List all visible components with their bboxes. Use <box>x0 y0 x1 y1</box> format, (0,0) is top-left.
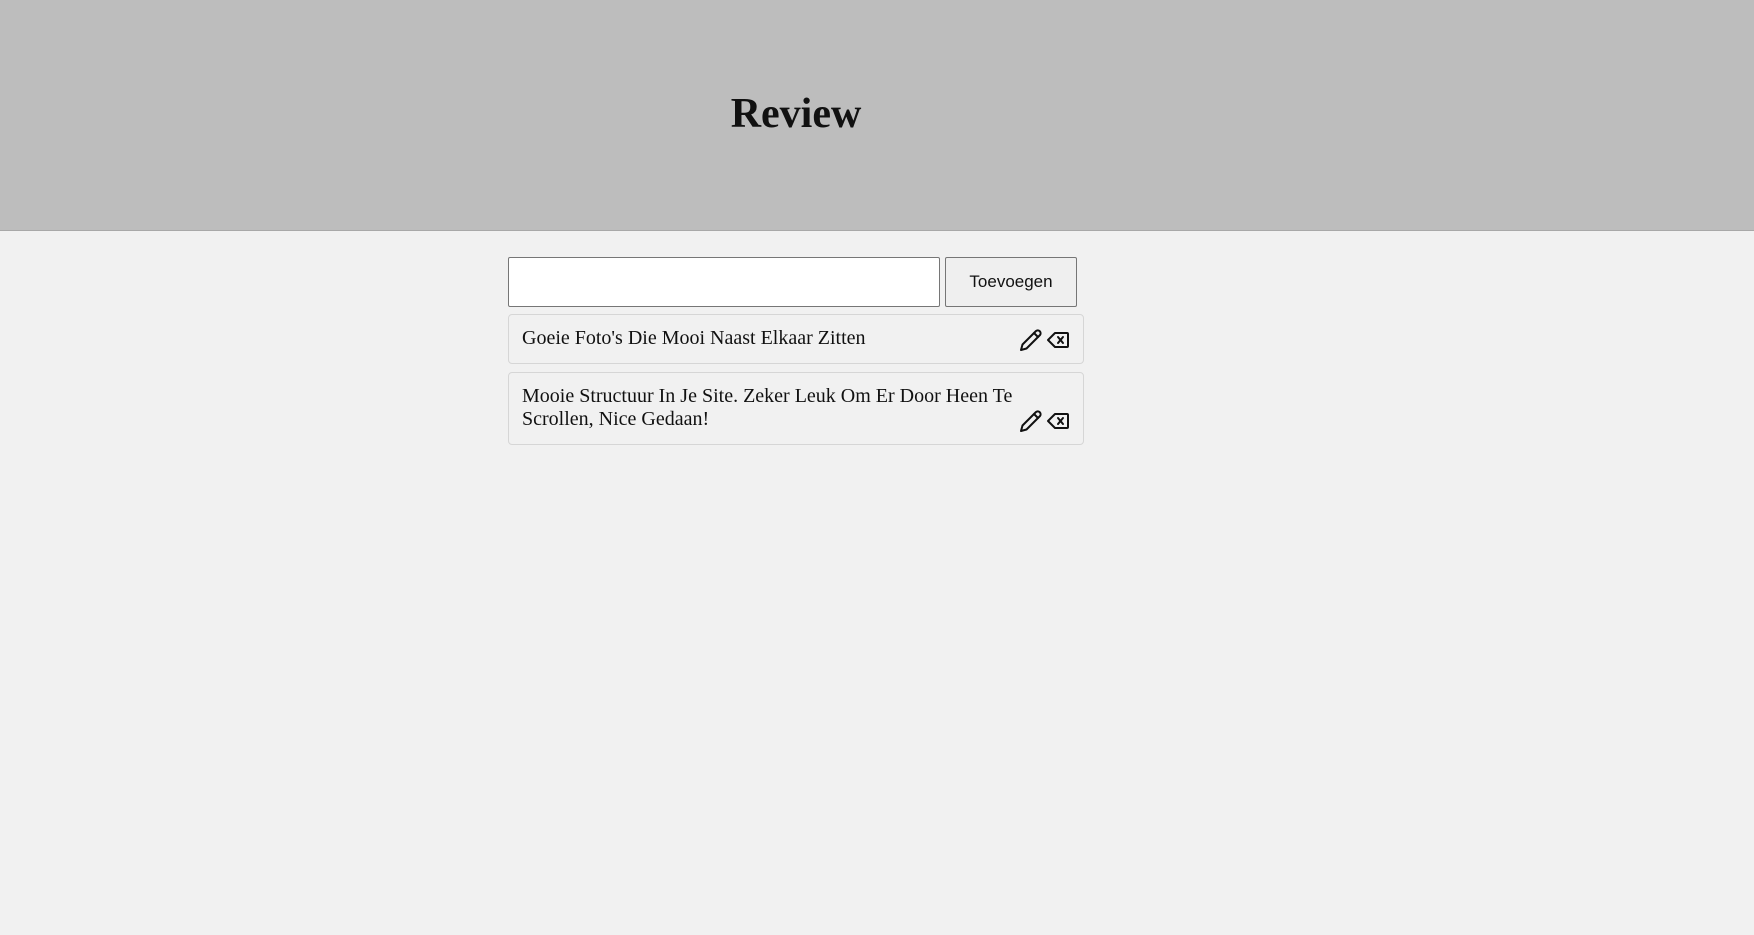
review-input[interactable] <box>508 257 940 307</box>
header-banner: Review <box>0 0 1754 231</box>
review-list: Goeie Foto's Die Mooi Naast Elkaar Zitte… <box>508 314 1084 445</box>
pencil-icon[interactable] <box>1019 328 1043 352</box>
add-review-form: Toevoegen <box>508 257 1084 307</box>
backspace-icon[interactable] <box>1046 328 1070 352</box>
review-item: Goeie Foto's Die Mooi Naast Elkaar Zitte… <box>508 314 1084 364</box>
backspace-icon[interactable] <box>1046 409 1070 433</box>
add-review-button[interactable]: Toevoegen <box>945 257 1077 307</box>
review-actions <box>1019 328 1070 352</box>
review-text: Goeie Foto's Die Mooi Naast Elkaar Zitte… <box>522 327 866 349</box>
review-text: Mooie Structuur In Je Site. Zeker Leuk O… <box>522 385 1013 430</box>
page-title: Review <box>730 91 862 137</box>
main-content: Toevoegen Goeie Foto's Die Mooi Naast El… <box>508 257 1084 453</box>
review-item: Mooie Structuur In Je Site. Zeker Leuk O… <box>508 372 1084 445</box>
review-actions <box>1019 409 1070 433</box>
pencil-icon[interactable] <box>1019 409 1043 433</box>
